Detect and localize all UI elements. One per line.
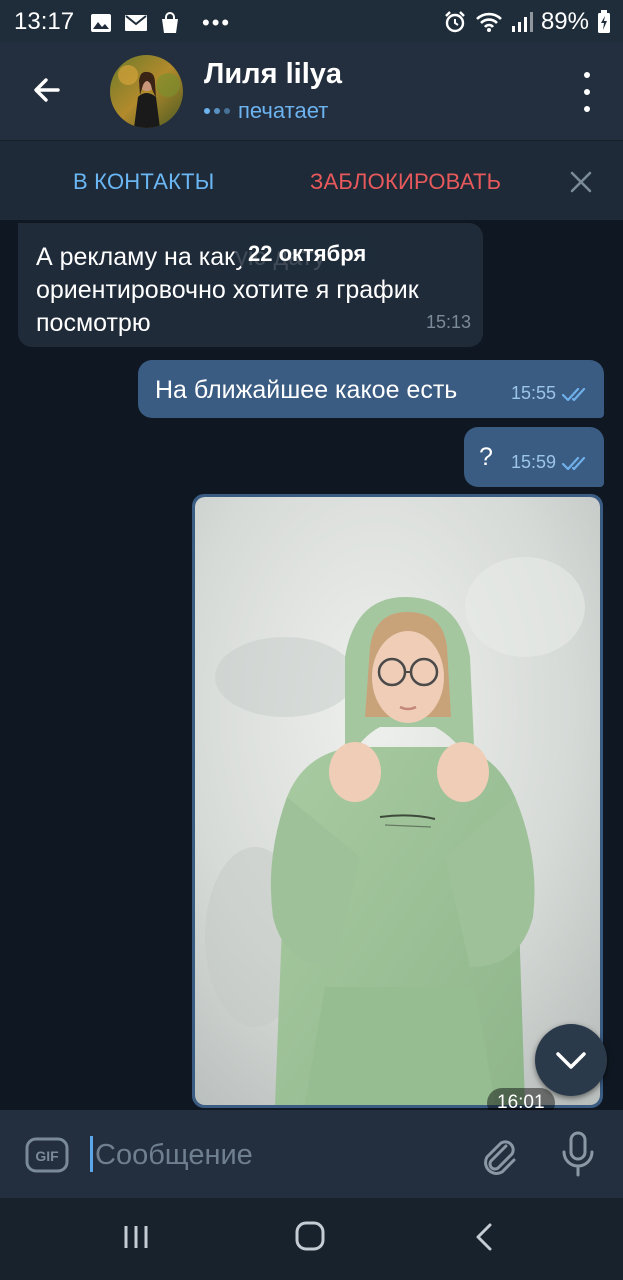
shopping-bag-icon xyxy=(162,12,178,33)
contact-action-bar: В КОНТАКТЫ ЗАБЛОКИРОВАТЬ xyxy=(0,140,623,221)
add-to-contacts-button[interactable]: В КОНТАКТЫ xyxy=(73,169,214,195)
mail-icon xyxy=(125,15,147,31)
outgoing-message[interactable]: На ближайшее какое есть 15:55 xyxy=(138,360,604,418)
status-bar: 13:17 ••• 89% xyxy=(0,0,623,42)
microphone-icon[interactable] xyxy=(558,1130,598,1178)
status-time: 13:17 xyxy=(14,8,75,35)
wifi-icon xyxy=(476,12,502,32)
message-text: На ближайшее какое есть xyxy=(155,376,458,404)
back-icon[interactable] xyxy=(474,1222,494,1252)
chat-title[interactable]: Лиля lilya xyxy=(204,58,342,91)
photo-image[interactable] xyxy=(195,497,600,1105)
double-check-icon xyxy=(562,387,586,401)
message-time: 15:59 xyxy=(510,452,556,472)
alarm-icon xyxy=(445,11,465,33)
message-input[interactable] xyxy=(93,1132,457,1178)
more-menu-icon[interactable] xyxy=(577,72,597,112)
typing-status-text: печатает xyxy=(238,98,329,123)
double-check-icon xyxy=(562,456,586,470)
chat-header: Лиля lilya печатает xyxy=(0,42,623,140)
message-text: ? xyxy=(479,443,493,471)
back-arrow-icon[interactable] xyxy=(28,70,68,110)
close-icon[interactable] xyxy=(569,170,593,194)
message-list[interactable]: А рекламу на какую дату ориентировочно х… xyxy=(0,220,623,1110)
avatar-photo xyxy=(110,55,183,128)
home-icon[interactable] xyxy=(294,1220,326,1252)
chevron-down-icon xyxy=(556,1052,586,1069)
photo-message[interactable] xyxy=(192,494,603,1108)
attach-icon[interactable] xyxy=(476,1132,520,1176)
recents-icon[interactable] xyxy=(122,1224,150,1250)
image-icon xyxy=(91,14,111,32)
more-notifications-icon: ••• xyxy=(202,10,232,35)
battery-percent: 89% xyxy=(540,8,589,35)
date-separator: 22 октября xyxy=(236,236,379,272)
gif-icon[interactable]: GIF xyxy=(25,1137,69,1173)
message-composer: GIF xyxy=(0,1110,623,1198)
system-nav-bar xyxy=(0,1198,623,1280)
signal-icon xyxy=(511,12,533,32)
typing-dots-icon xyxy=(204,108,230,114)
block-user-button[interactable]: ЗАБЛОКИРОВАТЬ xyxy=(310,169,501,195)
typing-status: печатает xyxy=(204,98,328,124)
scroll-down-button[interactable] xyxy=(535,1024,607,1096)
gif-label: GIF xyxy=(35,1148,59,1164)
message-time: 15:55 xyxy=(510,383,556,403)
battery-charging-icon xyxy=(598,10,610,33)
message-time: 15:13 xyxy=(425,312,471,332)
avatar[interactable] xyxy=(110,55,183,128)
outgoing-message[interactable]: ? 15:59 xyxy=(464,427,604,487)
